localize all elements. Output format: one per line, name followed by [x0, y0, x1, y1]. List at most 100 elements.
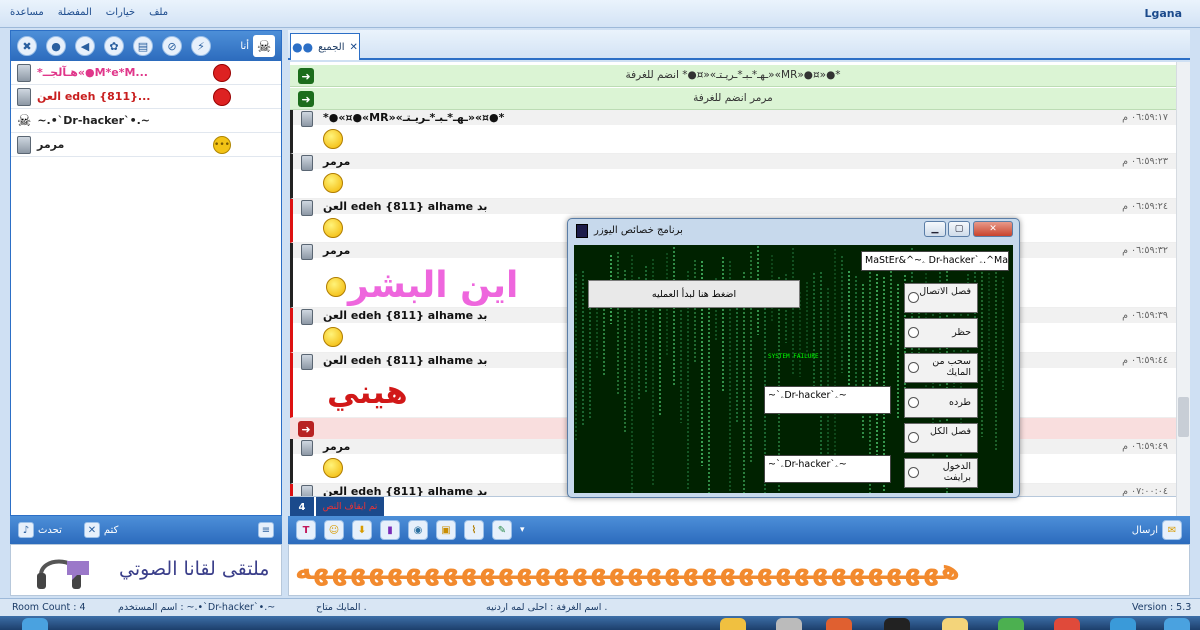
menu-file[interactable]: ملف	[149, 7, 168, 18]
tab-close-icon[interactable]: ✕	[349, 42, 357, 53]
webcam-icon[interactable]: ◉	[408, 520, 428, 540]
send-button[interactable]: ارسال ✉	[1132, 520, 1182, 540]
smiley-icon[interactable]: ☺	[324, 520, 344, 540]
user-list-item[interactable]: ☠ ~.•`Dr-hacker`•.~	[11, 109, 281, 133]
message-time: ٠٦:٥٩:٤٤ م	[1122, 355, 1168, 366]
status-bar: Room Count : 4 اسم المستخدم : ~.•`Dr-hac…	[0, 598, 1200, 616]
action-option[interactable]: سحب من المايك	[904, 353, 978, 383]
close-button[interactable]: ✕	[973, 221, 1013, 237]
message-sender[interactable]: مرمر	[323, 440, 350, 453]
action-option[interactable]: فصل الكل	[904, 423, 978, 453]
target-user-field[interactable]: ~`ۦDr-hacker`ۦ~	[764, 386, 891, 414]
room-count: Room Count : 4	[12, 602, 86, 613]
user-properties-dialog: برنامج خصائص اليوزر ▁ ▢ ✕ SYSTEM FAILURE…	[567, 218, 1020, 498]
start-orb-icon[interactable]	[22, 618, 48, 630]
mute-icon: ✕	[83, 522, 100, 538]
text-format-icon[interactable]: T	[296, 520, 316, 540]
minimize-button[interactable]: ▁	[924, 221, 946, 237]
dialog-title: برنامج خصائص اليوزر	[594, 225, 683, 236]
taskbar-app-icon[interactable]	[826, 618, 852, 630]
message-input[interactable]: هههههههههههههههههههههههههههههههههههه	[288, 544, 1190, 596]
start-operation-button[interactable]: اضغط هنا لبدأ العمليه	[588, 280, 800, 308]
broom-icon[interactable]: ⌇	[464, 520, 484, 540]
menu-help[interactable]: مساعدة	[10, 7, 44, 18]
action-option[interactable]: حظر	[904, 318, 978, 348]
profile-card-icon[interactable]: ▤	[133, 36, 153, 56]
taskbar-app-icon[interactable]	[1054, 618, 1080, 630]
app-name: Lgana	[1144, 7, 1182, 20]
message-sender[interactable]: العن edeh {811} alhame بد	[323, 200, 487, 213]
target-user-field-2[interactable]: ~`ۦDr-hacker`ۦ~	[764, 455, 891, 483]
mobile-device-icon	[17, 63, 31, 82]
join-notice-row: ➜ مرمر انضم للغرفة	[290, 88, 1176, 110]
maximize-button[interactable]: ▢	[948, 221, 970, 237]
taskbar-app-icon[interactable]	[1164, 618, 1190, 630]
send-label: ارسال	[1131, 524, 1158, 536]
scroll-thumb[interactable]	[1178, 397, 1189, 437]
message-text: هيني	[327, 373, 408, 411]
mute-icon	[213, 64, 231, 82]
message-sender[interactable]: *●«¤●«MR»«ـهـ*ـبـ*ـريـتـ»«¤●*	[323, 111, 504, 124]
menu-options[interactable]: خيارات	[106, 7, 135, 18]
owner-name-field[interactable]: MaStEr&^~ۦ Dr-hacker`ۦ.^MaStEr	[861, 251, 1009, 271]
option-label: الدخول برايفت	[942, 461, 971, 483]
chat-scrollbar[interactable]	[1176, 62, 1190, 516]
radio-button[interactable]	[908, 327, 919, 338]
radio-button[interactable]	[908, 397, 919, 408]
taskbar-app-icon[interactable]	[1110, 618, 1136, 630]
user-list-item[interactable]: *هـآلجــ«●M*e*M...	[11, 61, 281, 85]
taskbar-app-icon[interactable]	[776, 618, 802, 630]
queue-status[interactable]: تم ايقاف النص	[316, 497, 384, 517]
notice-text: مرمر انضم للغرفة	[693, 92, 773, 104]
mute-button[interactable]: ✕ كتم	[83, 522, 119, 538]
option-label: سحب من المايك	[932, 356, 971, 378]
lock-icon[interactable]: ●	[46, 36, 66, 56]
voice-banner: ملتقى لقانا الصوتي	[10, 544, 282, 596]
action-option[interactable]: فصل الاتصال	[904, 283, 978, 313]
taskbar-app-icon[interactable]	[942, 618, 968, 630]
message-sender[interactable]: العن edeh {811} alhame بد	[323, 354, 487, 367]
block-icon[interactable]: ⊘	[162, 36, 182, 56]
user-actions-bar: ♪ تحدث ✕ كتم ≡	[10, 516, 282, 544]
radio-button[interactable]	[908, 432, 919, 443]
twitch-icon[interactable]: ▮	[380, 520, 400, 540]
message-sender[interactable]: مرمر	[323, 244, 350, 257]
taskbar-app-icon[interactable]	[884, 618, 910, 630]
mute-label: كتم	[103, 524, 119, 536]
radio-button[interactable]	[908, 467, 919, 478]
mobile-device-icon	[301, 111, 313, 127]
user-list-item[interactable]: مرمر •••	[11, 133, 281, 157]
message-time: ٠٦:٥٩:٢٤ م	[1122, 201, 1168, 212]
radio-button[interactable]	[908, 292, 919, 303]
dialog-titlebar[interactable]: برنامج خصائص اليوزر ▁ ▢ ✕	[568, 219, 1019, 243]
palette-icon[interactable]: ✎	[492, 520, 512, 540]
lightning-icon[interactable]: ⚡	[191, 36, 211, 56]
send-icon: ✉	[1162, 520, 1182, 540]
dropdown-arrow-icon[interactable]: ▾	[520, 525, 525, 535]
message-time: ٠٦:٥٩:١٧ م	[1122, 112, 1168, 123]
download-icon[interactable]: ⬇	[352, 520, 372, 540]
taskbar-app-icon[interactable]	[998, 618, 1024, 630]
skull-icon: ☠	[17, 111, 32, 130]
megaphone-icon[interactable]: ◀	[75, 36, 95, 56]
mobile-device-icon	[301, 354, 313, 370]
taskbar-app-icon[interactable]	[720, 618, 746, 630]
message-sender[interactable]: مرمر	[323, 155, 350, 168]
action-option[interactable]: الدخول برايفت	[904, 458, 978, 488]
tools-icon[interactable]: ✖	[17, 36, 37, 56]
tab-everyone[interactable]: ●● الجميع ✕	[290, 33, 360, 60]
message-sender[interactable]: العن edeh {811} alhame بد	[323, 309, 487, 322]
settings-icon[interactable]: ≡	[258, 522, 274, 538]
message-time: ٠٦:٥٩:٣٢ م	[1122, 245, 1168, 256]
join-notice-row: ➜ *●«¤●«MR»«ـهـ*ـبـ*ـريـتـ»«¤●* انضم للغر…	[290, 65, 1176, 87]
mobile-device-icon	[301, 244, 313, 260]
menu-favorites[interactable]: المفضلة	[58, 7, 92, 18]
action-option[interactable]: طرده	[904, 388, 978, 418]
option-label: فصل الاتصال	[919, 286, 971, 297]
talk-button[interactable]: ♪ تحدث	[18, 522, 62, 538]
user-list-item[interactable]: العن edeh {811}...	[11, 85, 281, 109]
gift-icon[interactable]: ✿	[104, 36, 124, 56]
voice-banner-title: ملتقى لقانا الصوتي	[119, 558, 270, 580]
radio-button[interactable]	[908, 362, 919, 373]
padlock-icon[interactable]: ▣	[436, 520, 456, 540]
